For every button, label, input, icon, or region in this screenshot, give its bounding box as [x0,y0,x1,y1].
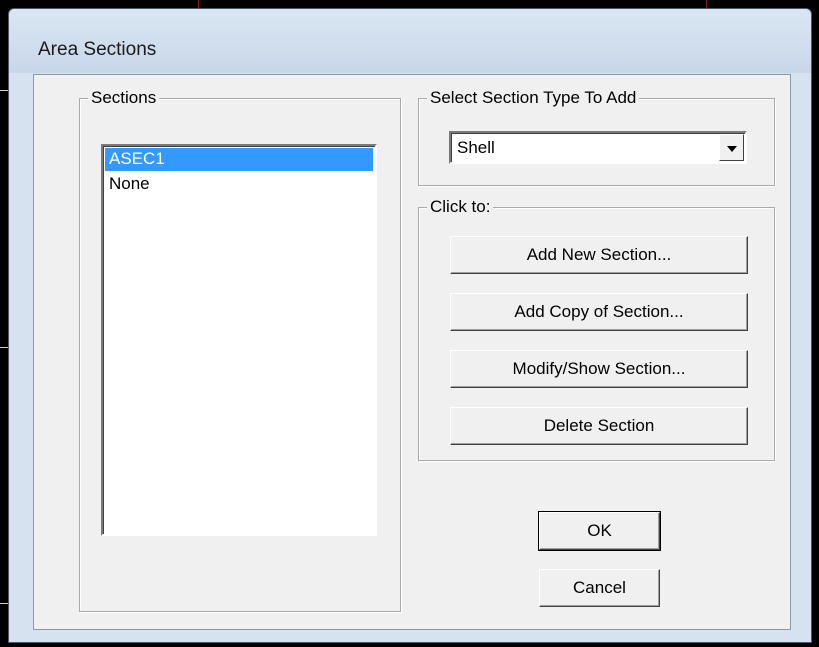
sections-listbox[interactable]: ASEC1 None [101,144,377,536]
list-item[interactable]: None [105,173,373,196]
add-new-section-button[interactable]: Add New Section... [450,236,748,274]
dialog-client-area: Sections ASEC1 None Select Section Type … [33,74,791,630]
section-type-dropdown[interactable]: Shell [449,131,747,164]
ok-button[interactable]: OK [538,511,661,551]
background-tick-3 [0,603,8,604]
click-to-group-label: Click to: [427,198,494,216]
background-tick-1 [0,90,8,91]
list-item-label: None [109,174,150,193]
section-type-group: Select Section Type To Add Shell [418,89,775,186]
background-red-line-right [706,0,707,8]
list-item[interactable]: ASEC1 [105,148,373,171]
list-item-label: ASEC1 [109,149,165,168]
sections-group-label: Sections [88,89,160,107]
section-type-value: Shell [457,138,495,157]
add-copy-section-button[interactable]: Add Copy of Section... [450,293,748,331]
sections-group: Sections ASEC1 None [79,89,401,612]
area-sections-dialog: Area Sections Sections ASEC1 None Select… [8,8,812,643]
click-to-group: Click to: Add New Section... Add Copy of… [418,198,775,461]
modify-show-section-button[interactable]: Modify/Show Section... [450,350,748,388]
delete-section-button[interactable]: Delete Section [450,407,748,445]
background-red-line-left [198,0,199,8]
section-type-group-label: Select Section Type To Add [427,89,640,107]
background-tick-2 [0,347,8,348]
window-title: Area Sections [38,39,157,60]
cancel-button[interactable]: Cancel [539,569,660,607]
title-bar[interactable]: Area Sections [9,9,811,73]
dropdown-arrow-button[interactable] [719,134,744,161]
chevron-down-icon [727,146,737,152]
